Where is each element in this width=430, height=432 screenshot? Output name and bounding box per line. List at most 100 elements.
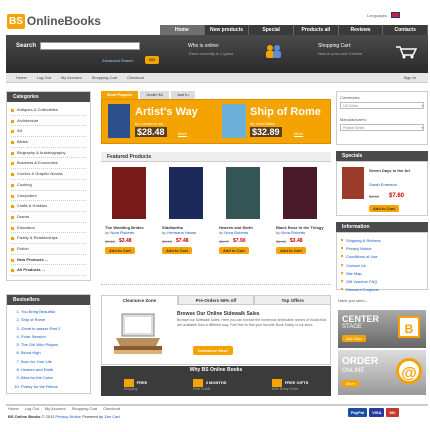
ask-now-button[interactable]: Ask Now	[342, 335, 366, 342]
tab-reviews[interactable]: Reviews	[338, 25, 384, 35]
promo-b-more[interactable]: More	[294, 131, 303, 136]
info-link[interactable]: Shipping & Returns	[341, 238, 423, 246]
bestseller-item[interactable]: Heaven and Earth	[21, 366, 86, 374]
category-all-products[interactable]: All Products ...	[11, 265, 86, 276]
promo-a-title[interactable]: Artist's Way	[135, 106, 198, 118]
subnav-account[interactable]: My Account	[61, 75, 82, 80]
bestseller-item[interactable]: You Bring Beautiful	[21, 308, 86, 316]
category-item[interactable]: Art	[11, 126, 86, 138]
info-link[interactable]: Site Map	[341, 271, 423, 279]
category-item[interactable]: Comics & Graphic Novels	[11, 169, 86, 180]
sign-in-link[interactable]: Sign In	[404, 75, 416, 80]
cart-icon[interactable]	[395, 45, 417, 59]
tab-products-all[interactable]: Products all	[294, 25, 339, 35]
bestseller-item[interactable]: Polar Session	[21, 333, 86, 341]
currency-select[interactable]: US Dollar ▾	[340, 102, 424, 109]
shopping-cart-info[interactable]: Shopping Cart: Now in your cart: 0 items	[318, 43, 362, 56]
book-price: $4.00 $3.48	[276, 238, 328, 244]
tab-pre-orders[interactable]: Pre-Orders 50% off	[177, 295, 255, 305]
author-link[interactable]: Nora Roberts	[110, 230, 134, 235]
add-to-cart-button[interactable]: Add to Cart	[219, 247, 249, 254]
clearance-now-button[interactable]: Clearance Now!	[193, 346, 234, 355]
author-link[interactable]: Hermann Hesse	[167, 230, 196, 235]
info-link[interactable]: Discount Coupons	[341, 287, 423, 295]
old-price: $4.00	[276, 238, 287, 244]
search-go-button[interactable]: GO	[145, 56, 159, 64]
category-item[interactable]: Cooking	[11, 180, 86, 191]
book-cover[interactable]	[112, 167, 146, 219]
book-cover[interactable]	[226, 167, 260, 219]
category-item[interactable]: Business & Economics	[11, 158, 86, 170]
special-author[interactable]: Sarah Emerson	[369, 182, 397, 187]
footer-cart[interactable]: Shopping Cart	[72, 406, 98, 411]
add-to-cart-button[interactable]: Add to Cart	[276, 247, 306, 254]
book-cover[interactable]	[283, 167, 317, 219]
tab-most-popular[interactable]: Most Popular	[101, 91, 139, 99]
footer-powered: Powered by	[82, 414, 104, 419]
category-item[interactable]: Crafts & Hobbies	[11, 201, 86, 212]
category-new-products[interactable]: New Products ...	[11, 255, 86, 266]
category-item[interactable]: Bibles	[11, 137, 86, 148]
category-item[interactable]: Antiques & Collectibles	[11, 105, 86, 116]
author-link[interactable]: Nora Roberts	[281, 230, 305, 235]
manufacturer-select[interactable]: Please Select ▾	[340, 124, 424, 131]
category-item[interactable]: Family & Relationships	[11, 233, 86, 244]
zen-cart-link[interactable]: Zen Cart	[104, 414, 120, 419]
tab-home[interactable]: Home	[160, 25, 205, 35]
search-input[interactable]	[40, 42, 140, 50]
advanced-search-link[interactable]: Advanced Search	[102, 58, 134, 63]
subnav-home[interactable]: Home	[16, 75, 27, 80]
category-item[interactable]: Computers	[11, 191, 86, 202]
special-add-to-cart[interactable]: Add to Cart	[369, 205, 399, 212]
bestseller-item[interactable]: The Girl Who Played	[21, 341, 86, 349]
bestseller-item[interactable]: Poetry for the Rebus	[21, 383, 86, 391]
info-link[interactable]: Contact Us	[341, 263, 423, 271]
order-more-button[interactable]: More	[342, 380, 360, 387]
bestseller-item[interactable]: Ship of Rome	[21, 316, 86, 324]
category-item[interactable]: Education	[11, 223, 86, 234]
subnav-checkout[interactable]: Checkout	[127, 75, 144, 80]
center-stage-banner[interactable]: CENTER STAGE Ask Now B	[338, 310, 426, 348]
footer-logout[interactable]: Log Out	[25, 406, 39, 411]
language-selector[interactable]: Languages:	[367, 12, 400, 18]
author-link[interactable]: Nora Roberts	[224, 230, 248, 235]
footer-home[interactable]: Home	[8, 406, 19, 411]
clearance-heading: Browse Our Online Sidewalk Sales	[177, 311, 260, 317]
promo-a-more[interactable]: More	[178, 131, 187, 136]
footer-checkout[interactable]: Checkout	[103, 406, 120, 411]
artists-way-cover[interactable]	[108, 104, 130, 138]
tab-clearance-zone[interactable]: Clearance Zone	[101, 295, 178, 305]
tab-under-4[interactable]: Under $4	[140, 91, 169, 99]
info-link[interactable]: Gift Voucher FAQ	[341, 279, 423, 287]
subnav-logout[interactable]: Log Out	[37, 75, 51, 80]
tab-special[interactable]: Special	[249, 25, 295, 35]
promo-b-title[interactable]: Ship of Rome	[250, 106, 321, 118]
featured-title: Featured Products	[101, 152, 331, 162]
category-item[interactable]: Biography & Autobiography	[11, 148, 86, 159]
subnav-cart[interactable]: Shopping Cart	[92, 75, 118, 80]
bestseller-item[interactable]: Great to amaze Part 2	[21, 325, 86, 333]
order-online-banner[interactable]: ORDER ONLINE More @	[338, 350, 426, 395]
info-link[interactable]: Conditions of Use	[341, 254, 423, 262]
bestseller-item[interactable]: Burn for Your Life	[21, 358, 86, 366]
ship-of-rome-cover[interactable]	[222, 104, 246, 138]
book-cover[interactable]	[169, 167, 203, 219]
tab-just-in[interactable]: Just In	[170, 91, 195, 99]
category-item[interactable]: Fiction	[11, 244, 86, 255]
tab-top-offers[interactable]: Top Offers	[254, 295, 332, 305]
uk-flag-icon[interactable]	[390, 12, 400, 18]
logo[interactable]: BS OnlineBooks	[7, 11, 113, 31]
add-to-cart-button[interactable]: Add to Cart	[105, 247, 135, 254]
bestseller-item[interactable]: Bliss for the Cuba	[21, 374, 86, 382]
special-book-cover[interactable]	[342, 167, 364, 199]
info-link[interactable]: Privacy Notice	[341, 246, 423, 254]
category-item[interactable]: Drama	[11, 212, 86, 223]
category-item[interactable]: Architecture	[11, 116, 86, 127]
privacy-link[interactable]: Privacy Notice	[55, 414, 81, 419]
add-to-cart-button[interactable]: Add to Cart	[162, 247, 192, 254]
tab-contacts[interactable]: Contacts	[383, 25, 429, 35]
bestseller-item[interactable]: Blood High	[21, 349, 86, 357]
tab-new-products[interactable]: New products	[204, 25, 250, 35]
special-title[interactable]: Seven Days in the Art	[369, 168, 425, 173]
footer-account[interactable]: My Account	[45, 406, 66, 411]
